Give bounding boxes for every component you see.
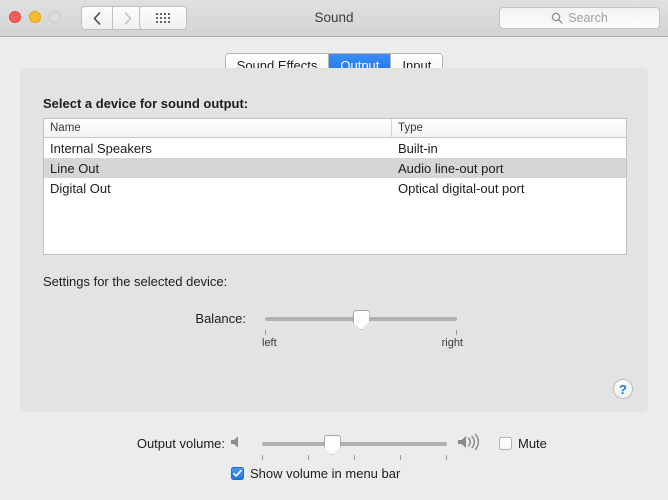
device-name: Digital Out [50, 180, 111, 196]
speaker-loud-icon [456, 433, 486, 454]
balance-left-label: left [262, 337, 277, 349]
speaker-mute-icon [229, 434, 245, 453]
show-volume-label: Show volume in menu bar [250, 466, 401, 481]
volume-tick [400, 455, 401, 460]
show-all-preferences-button[interactable] [139, 6, 187, 30]
balance-tick-left [265, 330, 266, 335]
output-settings-panel: Select a device for sound output: Name T… [20, 68, 648, 412]
back-button[interactable] [81, 6, 112, 30]
mute-checkbox[interactable] [499, 437, 512, 450]
device-name: Line Out [50, 160, 100, 176]
zoom-window-button [49, 11, 61, 23]
show-volume-checkbox[interactable] [231, 467, 244, 480]
minimize-window-button[interactable] [29, 11, 41, 23]
balance-tick-right [456, 330, 457, 335]
device-type: Built-in [398, 140, 438, 156]
mute-label: Mute [518, 436, 547, 451]
balance-slider-thumb[interactable] [352, 310, 370, 330]
output-volume-label: Output volume: [136, 436, 225, 451]
table-header-row: Name Type [44, 119, 626, 138]
balance-label: Balance: [195, 311, 246, 326]
question-mark-icon: ? [619, 381, 627, 397]
output-device-table[interactable]: Name Type Internal Speakers Built-in Lin… [43, 118, 627, 255]
search-field[interactable]: Search [499, 7, 660, 29]
column-header-name[interactable]: Name [44, 119, 392, 137]
volume-slider-track[interactable] [262, 442, 447, 446]
device-type: Audio line-out port [398, 160, 504, 176]
window-controls [9, 11, 61, 23]
checkmark-icon [233, 469, 242, 477]
volume-tick [262, 455, 263, 460]
help-button[interactable]: ? [613, 379, 633, 399]
table-row[interactable]: Internal Speakers Built-in [44, 138, 626, 158]
search-icon [551, 12, 563, 24]
table-row[interactable]: Digital Out Optical digital-out port [44, 178, 626, 198]
device-name: Internal Speakers [50, 140, 152, 156]
mute-checkbox-row[interactable]: Mute [499, 436, 547, 451]
device-section-label: Select a device for sound output: [43, 96, 249, 111]
volume-tick [308, 455, 309, 460]
output-volume-slider[interactable] [262, 433, 447, 465]
show-volume-menu-bar-row[interactable]: Show volume in menu bar [231, 466, 400, 481]
table-row[interactable]: Line Out Audio line-out port [44, 158, 626, 178]
balance-control-row: Balance: left right [43, 306, 627, 356]
volume-slider-thumb[interactable] [323, 435, 341, 455]
window-titlebar: Sound Search [0, 0, 668, 37]
volume-tick [354, 455, 355, 460]
balance-right-label: right [441, 337, 463, 349]
chevron-right-icon [124, 11, 131, 25]
column-header-type[interactable]: Type [392, 119, 626, 137]
balance-slider[interactable]: left right [262, 308, 463, 349]
show-all-icon [155, 12, 171, 24]
search-input[interactable]: Search [568, 11, 608, 25]
navigation-buttons [81, 6, 143, 30]
settings-section-label: Settings for the selected device: [43, 274, 228, 289]
output-volume-row: Output volume: Mute [0, 430, 668, 460]
volume-tick [446, 455, 447, 460]
close-window-button[interactable] [9, 11, 21, 23]
device-type: Optical digital-out port [398, 180, 525, 196]
chevron-left-icon [93, 11, 101, 25]
